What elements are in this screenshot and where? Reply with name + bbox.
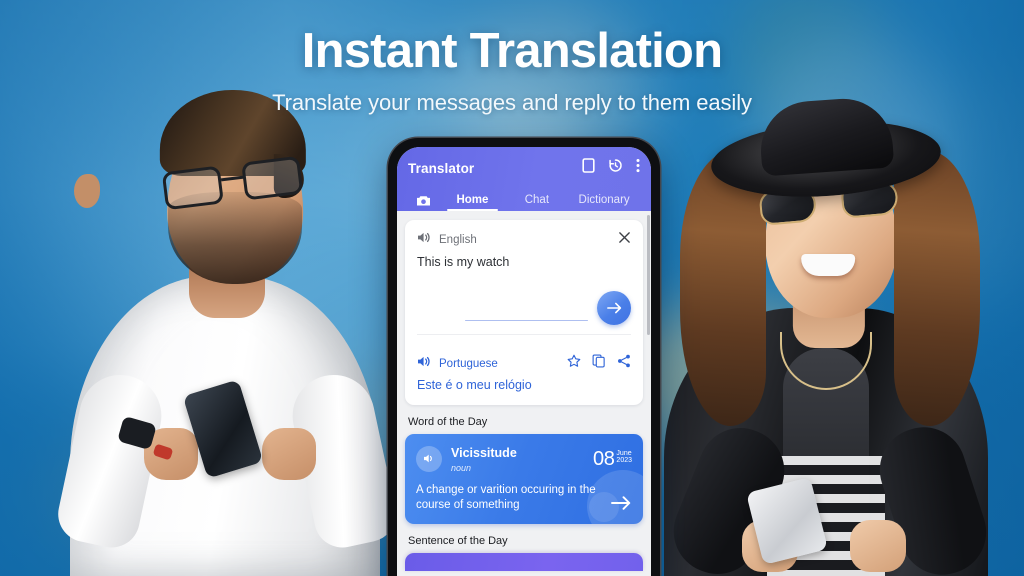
history-icon[interactable] — [608, 158, 623, 178]
phone-mockup: Translator Home Chat Dictionary English … — [388, 138, 660, 576]
date-month: June — [616, 449, 632, 457]
close-icon[interactable] — [618, 231, 631, 249]
target-section: Portuguese Este é o meu relógio — [405, 344, 643, 405]
app-title: Translator — [408, 160, 475, 176]
source-section: English This is my watch — [405, 220, 643, 344]
promo-screenshot: Instant Translation Translate your messa… — [0, 0, 1024, 576]
document-icon[interactable] — [582, 158, 595, 178]
tab-chat[interactable]: Chat — [506, 194, 569, 211]
app-bar: Translator Home Chat Dictionary — [397, 147, 651, 211]
promo-headings: Instant Translation Translate your messa… — [0, 22, 1024, 117]
translate-send-button[interactable] — [597, 291, 631, 325]
word-of-the-day-title: Word of the Day — [408, 416, 488, 428]
date-day: 08 — [592, 447, 615, 470]
word-of-the-day-word: Vicissitude — [451, 446, 517, 460]
tab-bar: Home Chat Dictionary — [408, 185, 640, 211]
favorite-icon[interactable] — [567, 354, 581, 373]
word-of-the-day-card[interactable]: Vicissitude noun 08 June 2023 A change o… — [405, 434, 643, 524]
home-scroll-content: English This is my watch Portuguese Este… — [397, 211, 651, 576]
sentence-of-the-day-title: Sentence of the Day — [408, 535, 508, 547]
card-divider — [417, 334, 631, 335]
phone-screen: Translator Home Chat Dictionary English … — [397, 147, 651, 576]
vertical-scrollbar[interactable] — [647, 215, 650, 335]
share-icon[interactable] — [617, 354, 631, 373]
target-text[interactable]: Este é o meu relógio — [417, 377, 631, 394]
sentence-of-the-day-card[interactable] — [405, 553, 643, 571]
volume-icon[interactable] — [417, 231, 432, 249]
arrow-right-icon[interactable] — [610, 495, 632, 516]
promo-subtitle: Translate your messages and reply to the… — [272, 90, 752, 115]
person-left-man — [53, 90, 401, 576]
word-of-the-day-date: 08 June 2023 — [593, 449, 632, 469]
app-bar-actions — [582, 158, 640, 178]
word-of-the-day-definition: A change or varition occuring in the cou… — [416, 484, 596, 511]
tab-home[interactable]: Home — [439, 194, 505, 211]
tab-camera[interactable] — [408, 194, 439, 211]
overflow-menu-icon[interactable] — [636, 158, 640, 178]
date-year: 2023 — [616, 457, 632, 464]
translation-card: English This is my watch Portuguese Este… — [405, 220, 643, 405]
promo-title: Instant Translation — [301, 24, 723, 78]
copy-icon[interactable] — [592, 354, 606, 373]
volume-icon[interactable] — [417, 355, 432, 373]
person-right-woman — [658, 95, 998, 576]
word-of-the-day-pos: noun — [451, 463, 472, 473]
source-language-label[interactable]: English — [439, 234, 618, 246]
tab-dictionary[interactable]: Dictionary — [568, 194, 640, 211]
input-underline — [465, 319, 588, 321]
volume-icon[interactable] — [416, 445, 442, 472]
target-language-label[interactable]: Portuguese — [439, 358, 567, 370]
source-text[interactable]: This is my watch — [417, 254, 631, 271]
